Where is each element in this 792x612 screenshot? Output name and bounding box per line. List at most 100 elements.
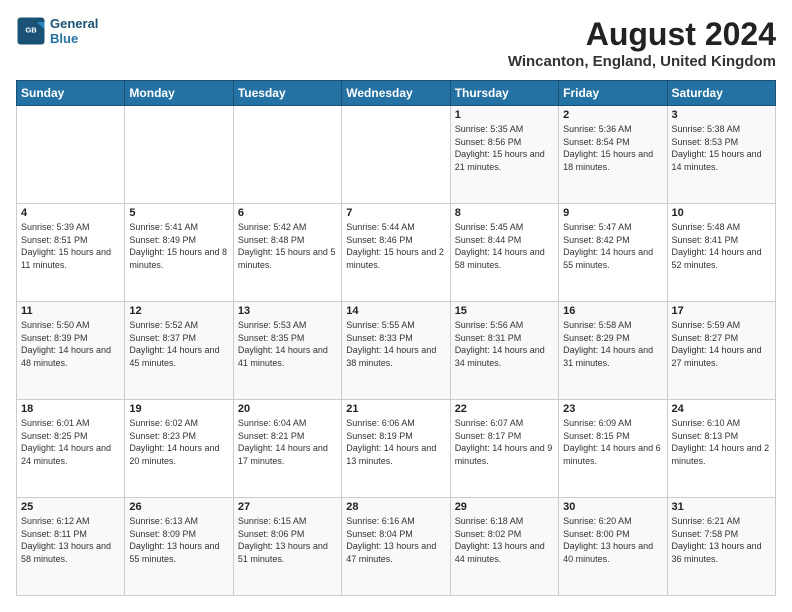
day-number: 5	[129, 207, 228, 219]
cell-text: Sunrise: 6:12 AM Sunset: 8:11 PM Dayligh…	[21, 515, 120, 565]
day-number: 28	[346, 501, 445, 513]
weekday-header-tuesday: Tuesday	[233, 81, 341, 106]
day-number: 25	[21, 501, 120, 513]
calendar-cell: 30 Sunrise: 6:20 AM Sunset: 8:00 PM Dayli…	[559, 498, 667, 596]
cell-text: Sunrise: 6:15 AM Sunset: 8:06 PM Dayligh…	[238, 515, 337, 565]
day-number: 17	[672, 305, 771, 317]
calendar-cell: 17 Sunrise: 5:59 AM Sunset: 8:27 PM Dayli…	[667, 302, 775, 400]
cell-text: Sunrise: 6:04 AM Sunset: 8:21 PM Dayligh…	[238, 417, 337, 467]
calendar-cell: 10 Sunrise: 5:48 AM Sunset: 8:41 PM Dayli…	[667, 204, 775, 302]
day-number: 30	[563, 501, 662, 513]
calendar-cell: 13Sunrise: 5:53 AM Sunset: 8:35 PM Dayli…	[233, 302, 341, 400]
day-number: 26	[129, 501, 228, 513]
calendar-cell	[342, 106, 450, 204]
week-row-2: 4Sunrise: 5:39 AM Sunset: 8:51 PM Daylig…	[17, 204, 776, 302]
cell-text: Sunrise: 5:56 AM Sunset: 8:31 PM Dayligh…	[455, 319, 554, 369]
day-number: 2	[563, 109, 662, 121]
subtitle: Wincanton, England, United Kingdom	[508, 53, 776, 70]
cell-text: Sunrise: 5:38 AM Sunset: 8:53 PM Dayligh…	[672, 123, 771, 173]
cell-text: Sunrise: 6:06 AM Sunset: 8:19 PM Dayligh…	[346, 417, 445, 467]
day-number: 7	[346, 207, 445, 219]
header: GB General Blue August 2024 Wincanton, E…	[16, 16, 776, 70]
week-row-5: 25 Sunrise: 6:12 AM Sunset: 8:11 PM Dayli…	[17, 498, 776, 596]
calendar-cell: 12Sunrise: 5:52 AM Sunset: 8:37 PM Dayli…	[125, 302, 233, 400]
calendar-cell: 8Sunrise: 5:45 AM Sunset: 8:44 PM Daylig…	[450, 204, 558, 302]
day-number: 21	[346, 403, 445, 415]
calendar-cell: 5 Sunrise: 5:41 AM Sunset: 8:49 PM Daylig…	[125, 204, 233, 302]
calendar-cell: 21 Sunrise: 6:06 AM Sunset: 8:19 PM Dayli…	[342, 400, 450, 498]
calendar-cell	[233, 106, 341, 204]
calendar-cell: 7Sunrise: 5:44 AM Sunset: 8:46 PM Daylig…	[342, 204, 450, 302]
calendar-cell: 16 Sunrise: 5:58 AM Sunset: 8:29 PM Dayli…	[559, 302, 667, 400]
calendar-cell: 9 Sunrise: 5:47 AM Sunset: 8:42 PM Daylig…	[559, 204, 667, 302]
logo: GB General Blue	[16, 16, 98, 46]
logo-icon: GB	[16, 16, 46, 46]
calendar-cell	[17, 106, 125, 204]
calendar-cell: 26 Sunrise: 6:13 AM Sunset: 8:09 PM Dayli…	[125, 498, 233, 596]
cell-text: Sunrise: 5:48 AM Sunset: 8:41 PM Dayligh…	[672, 221, 771, 271]
calendar-cell: 6Sunrise: 5:42 AM Sunset: 8:48 PM Daylig…	[233, 204, 341, 302]
day-number: 29	[455, 501, 554, 513]
cell-text: Sunrise: 6:20 AM Sunset: 8:00 PM Dayligh…	[563, 515, 662, 565]
day-number: 22	[455, 403, 554, 415]
calendar-cell: 31Sunrise: 6:21 AM Sunset: 7:58 PM Dayli…	[667, 498, 775, 596]
weekday-header-friday: Friday	[559, 81, 667, 106]
weekday-header-monday: Monday	[125, 81, 233, 106]
calendar-cell: 19 Sunrise: 6:02 AM Sunset: 8:23 PM Dayli…	[125, 400, 233, 498]
weekday-row: SundayMondayTuesdayWednesdayThursdayFrid…	[17, 81, 776, 106]
day-number: 4	[21, 207, 120, 219]
cell-text: Sunrise: 6:16 AM Sunset: 8:04 PM Dayligh…	[346, 515, 445, 565]
day-number: 20	[238, 403, 337, 415]
cell-text: Sunrise: 6:02 AM Sunset: 8:23 PM Dayligh…	[129, 417, 228, 467]
calendar-cell: 3Sunrise: 5:38 AM Sunset: 8:53 PM Daylig…	[667, 106, 775, 204]
calendar-cell: 28 Sunrise: 6:16 AM Sunset: 8:04 PM Dayli…	[342, 498, 450, 596]
day-number: 9	[563, 207, 662, 219]
calendar-cell: 22 Sunrise: 6:07 AM Sunset: 8:17 PM Dayli…	[450, 400, 558, 498]
cell-text: Sunrise: 5:58 AM Sunset: 8:29 PM Dayligh…	[563, 319, 662, 369]
weekday-header-saturday: Saturday	[667, 81, 775, 106]
cell-text: Sunrise: 5:42 AM Sunset: 8:48 PM Dayligh…	[238, 221, 337, 271]
calendar-cell: 27Sunrise: 6:15 AM Sunset: 8:06 PM Dayli…	[233, 498, 341, 596]
calendar-cell: 4Sunrise: 5:39 AM Sunset: 8:51 PM Daylig…	[17, 204, 125, 302]
day-number: 24	[672, 403, 771, 415]
calendar-cell: 18 Sunrise: 6:01 AM Sunset: 8:25 PM Dayli…	[17, 400, 125, 498]
logo-text: General Blue	[50, 16, 98, 46]
calendar-cell: 11Sunrise: 5:50 AM Sunset: 8:39 PM Dayli…	[17, 302, 125, 400]
day-number: 15	[455, 305, 554, 317]
day-number: 11	[21, 305, 120, 317]
cell-text: Sunrise: 6:01 AM Sunset: 8:25 PM Dayligh…	[21, 417, 120, 467]
day-number: 8	[455, 207, 554, 219]
calendar-cell: 24 Sunrise: 6:10 AM Sunset: 8:13 PM Dayli…	[667, 400, 775, 498]
day-number: 18	[21, 403, 120, 415]
calendar-body: 1 Sunrise: 5:35 AM Sunset: 8:56 PM Daylig…	[17, 106, 776, 596]
cell-text: Sunrise: 5:47 AM Sunset: 8:42 PM Dayligh…	[563, 221, 662, 271]
day-number: 10	[672, 207, 771, 219]
day-number: 1	[455, 109, 554, 121]
cell-text: Sunrise: 5:36 AM Sunset: 8:54 PM Dayligh…	[563, 123, 662, 173]
week-row-4: 18 Sunrise: 6:01 AM Sunset: 8:25 PM Dayli…	[17, 400, 776, 498]
cell-text: Sunrise: 5:52 AM Sunset: 8:37 PM Dayligh…	[129, 319, 228, 369]
main-title: August 2024	[508, 16, 776, 53]
cell-text: Sunrise: 6:10 AM Sunset: 8:13 PM Dayligh…	[672, 417, 771, 467]
cell-text: Sunrise: 6:13 AM Sunset: 8:09 PM Dayligh…	[129, 515, 228, 565]
calendar-cell: 23Sunrise: 6:09 AM Sunset: 8:15 PM Dayli…	[559, 400, 667, 498]
weekday-header-sunday: Sunday	[17, 81, 125, 106]
calendar-cell: 1 Sunrise: 5:35 AM Sunset: 8:56 PM Daylig…	[450, 106, 558, 204]
cell-text: Sunrise: 5:55 AM Sunset: 8:33 PM Dayligh…	[346, 319, 445, 369]
day-number: 13	[238, 305, 337, 317]
cell-text: Sunrise: 6:18 AM Sunset: 8:02 PM Dayligh…	[455, 515, 554, 565]
cell-text: Sunrise: 5:35 AM Sunset: 8:56 PM Dayligh…	[455, 123, 554, 173]
day-number: 19	[129, 403, 228, 415]
calendar-cell	[125, 106, 233, 204]
cell-text: Sunrise: 6:07 AM Sunset: 8:17 PM Dayligh…	[455, 417, 554, 467]
week-row-1: 1 Sunrise: 5:35 AM Sunset: 8:56 PM Daylig…	[17, 106, 776, 204]
weekday-header-wednesday: Wednesday	[342, 81, 450, 106]
title-block: August 2024 Wincanton, England, United K…	[508, 16, 776, 70]
calendar-cell: 14Sunrise: 5:55 AM Sunset: 8:33 PM Dayli…	[342, 302, 450, 400]
calendar-cell: 15 Sunrise: 5:56 AM Sunset: 8:31 PM Dayli…	[450, 302, 558, 400]
calendar-cell: 25 Sunrise: 6:12 AM Sunset: 8:11 PM Dayli…	[17, 498, 125, 596]
week-row-3: 11Sunrise: 5:50 AM Sunset: 8:39 PM Dayli…	[17, 302, 776, 400]
day-number: 16	[563, 305, 662, 317]
cell-text: Sunrise: 5:59 AM Sunset: 8:27 PM Dayligh…	[672, 319, 771, 369]
cell-text: Sunrise: 5:41 AM Sunset: 8:49 PM Dayligh…	[129, 221, 228, 271]
